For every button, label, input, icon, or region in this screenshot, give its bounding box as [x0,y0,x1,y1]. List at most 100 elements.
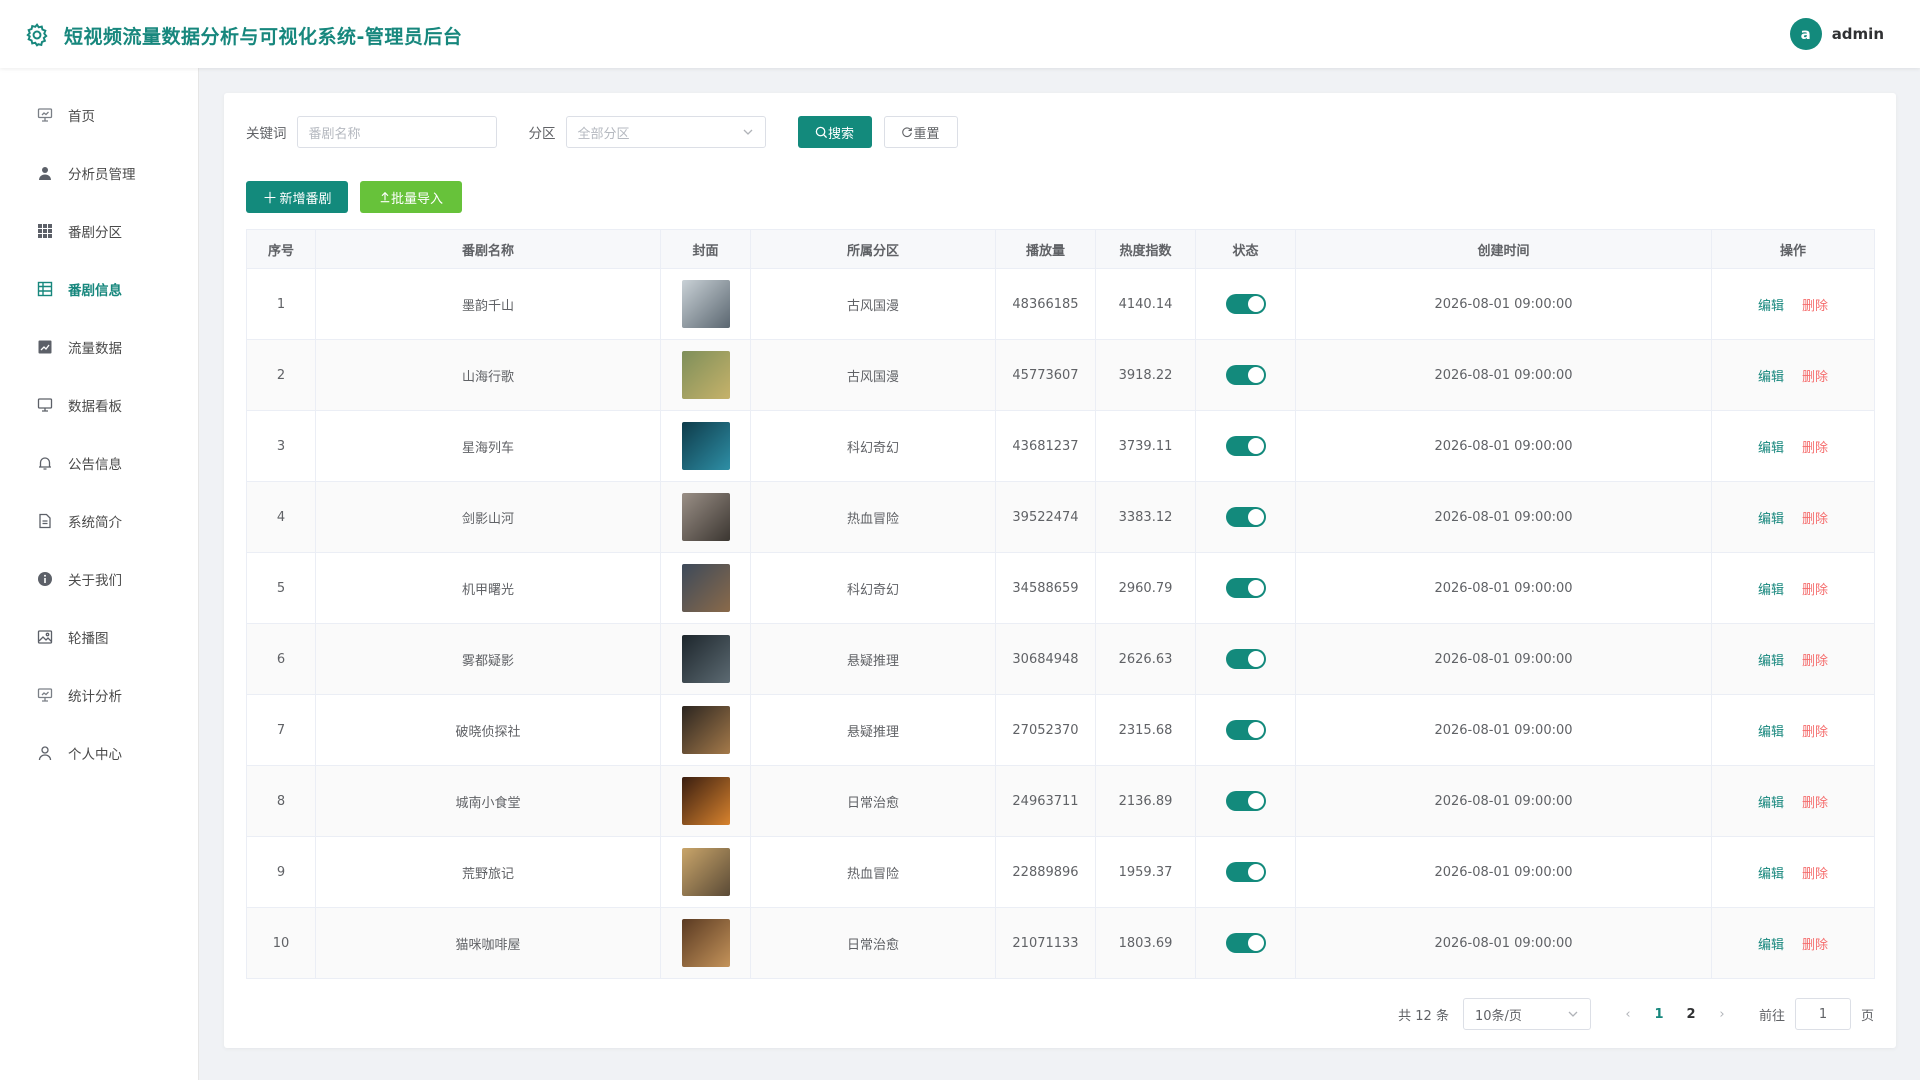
sidebar-item-0[interactable]: 首页 [0,86,198,144]
operations-cell: 编辑 删除 [1711,410,1875,482]
sidebar-item-5[interactable]: 数据看板 [0,376,198,434]
operations-cell: 编辑 删除 [1711,623,1875,695]
search-button[interactable]: 搜索 [797,116,872,148]
page-2[interactable]: 2 [1675,1007,1707,1022]
row-index: 10 [246,907,316,979]
drama-name: 城南小食堂 [315,765,661,837]
operations-cell: 编辑 删除 [1711,552,1875,624]
info-icon [36,570,54,588]
edit-button[interactable]: 编辑 [1758,299,1784,314]
cover-image[interactable] [681,280,730,328]
page-size-select[interactable]: 10条/页 [1462,998,1591,1030]
edit-button[interactable]: 编辑 [1758,654,1784,669]
upload-icon [380,191,390,203]
sidebar-item-8[interactable]: 关于我们 [0,550,198,608]
picture-icon [36,628,54,646]
drama-name: 破晓侦探社 [315,694,661,766]
operations-cell: 编辑 删除 [1711,268,1875,340]
table-header-row: 序号 番剧名称 封面 所属分区 播放量 热度指数 状态 创建时间 操作 [246,229,1875,269]
cover-cell [660,268,751,340]
status-toggle[interactable] [1225,720,1266,740]
search-icon [815,126,828,138]
sidebar: 首页分析员管理 番剧分区 番剧信息流量数据数据看板 公告信息 系统简介 关于我们 轮播图 统计… [0,68,199,1080]
edit-button[interactable]: 编辑 [1758,512,1784,527]
delete-button[interactable]: 删除 [1802,512,1828,527]
edit-button[interactable]: 编辑 [1758,370,1784,385]
status-toggle[interactable] [1225,649,1266,669]
delete-button[interactable]: 删除 [1802,725,1828,740]
cover-image[interactable] [681,706,730,754]
sidebar-item-label: 流量数据 [68,341,122,357]
status-toggle[interactable] [1225,365,1266,385]
user-menu[interactable]: a admin [1789,18,1884,50]
username[interactable]: admin [1832,25,1884,43]
delete-button[interactable]: 删除 [1802,299,1828,314]
delete-button[interactable]: 删除 [1802,938,1828,953]
status-toggle[interactable] [1225,862,1266,882]
delete-button[interactable]: 删除 [1802,867,1828,882]
drama-name: 荒野旅记 [315,836,661,908]
cover-image[interactable] [681,635,730,683]
row-index: 4 [246,481,316,553]
delete-button[interactable]: 删除 [1802,796,1828,811]
total-count: 共 12 条 [1398,1008,1449,1024]
status-toggle[interactable] [1225,507,1266,527]
cover-cell [660,552,751,624]
edit-button[interactable]: 编辑 [1758,938,1784,953]
goto-page-input[interactable]: 1 [1794,998,1851,1030]
edit-button[interactable]: 编辑 [1758,583,1784,598]
page-1[interactable]: 1 [1643,1007,1675,1022]
delete-button[interactable]: 删除 [1802,370,1828,385]
cover-image[interactable] [681,777,730,825]
sidebar-item-6[interactable]: 公告信息 [0,434,198,492]
created-time: 2026-08-01 09:00:00 [1295,765,1712,837]
edit-button[interactable]: 编辑 [1758,725,1784,740]
next-page-icon[interactable]: › [1707,1007,1737,1022]
status-toggle[interactable] [1225,933,1266,953]
delete-button[interactable]: 删除 [1802,654,1828,669]
drama-name: 墨韵千山 [315,268,661,340]
keyword-input[interactable]: 番剧名称 [296,116,497,148]
edit-button[interactable]: 编辑 [1758,441,1784,456]
batch-import-button[interactable]: 批量导入 [360,181,462,213]
add-drama-button[interactable]: ＋ 新增番剧 [246,181,348,213]
category: 热血冒险 [750,836,996,908]
sidebar-item-4[interactable]: 流量数据 [0,318,198,376]
cover-image[interactable] [681,351,730,399]
heat-index: 3383.12 [1095,481,1196,553]
column-header: 序号 [246,229,316,269]
sidebar-item-9[interactable]: 轮播图 [0,608,198,666]
sidebar-item-10[interactable]: 统计分析 [0,666,198,724]
heat-index: 3918.22 [1095,339,1196,411]
category-select[interactable]: 全部分区 [565,116,766,148]
status-toggle[interactable] [1225,578,1266,598]
status-toggle[interactable] [1225,791,1266,811]
cover-image[interactable] [681,848,730,896]
operations-cell: 编辑 删除 [1711,481,1875,553]
sidebar-item-1[interactable]: 分析员管理 [0,144,198,202]
cover-cell [660,339,751,411]
sidebar-item-11[interactable]: 个人中心 [0,724,198,782]
sidebar-item-7[interactable]: 系统简介 [0,492,198,550]
prev-page-icon[interactable]: ‹ [1613,1007,1643,1022]
delete-button[interactable]: 删除 [1802,441,1828,456]
status-toggle[interactable] [1225,436,1266,456]
cover-image[interactable] [681,919,730,967]
edit-button[interactable]: 编辑 [1758,796,1784,811]
reset-button[interactable]: 重置 [883,116,958,148]
edit-button[interactable]: 编辑 [1758,867,1784,882]
drama-name: 雾都疑影 [315,623,661,695]
user-icon [36,164,54,182]
heat-index: 2960.79 [1095,552,1196,624]
cover-image[interactable] [681,564,730,612]
cover-image[interactable] [681,493,730,541]
sidebar-item-3[interactable]: 番剧信息 [0,260,198,318]
sidebar-item-2[interactable]: 番剧分区 [0,202,198,260]
status-toggle[interactable] [1225,294,1266,314]
delete-button[interactable]: 删除 [1802,583,1828,598]
cover-image[interactable] [681,422,730,470]
sidebar-item-label: 首页 [68,109,95,125]
refresh-icon [902,127,913,138]
avatar[interactable]: a [1789,18,1822,50]
play-count: 34588659 [995,552,1096,624]
